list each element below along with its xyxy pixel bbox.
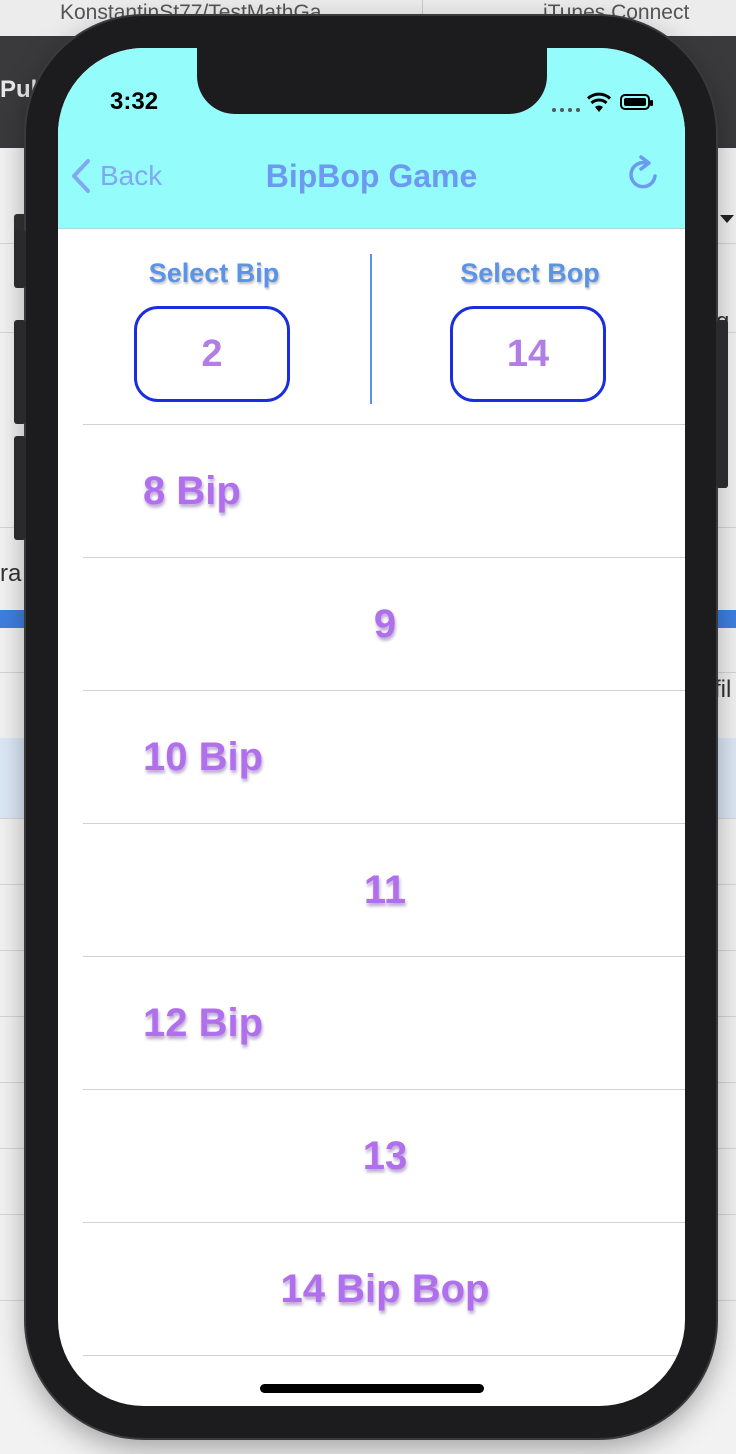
list-divider (83, 1355, 685, 1356)
desktop-text-fragment: ra (0, 560, 22, 587)
desktop-text-fragment: fil (714, 676, 732, 703)
list-item[interactable]: 11 (83, 823, 685, 956)
list-item[interactable]: 13 (83, 1089, 685, 1222)
wifi-icon (586, 92, 612, 112)
cellular-signal-icon (552, 108, 580, 112)
refresh-icon[interactable] (624, 154, 664, 194)
page-title: BipBop Game (265, 158, 478, 194)
chevron-down-icon[interactable] (714, 205, 736, 243)
selector-divider (370, 254, 372, 404)
navigation-bar: Back BipBop Game (58, 144, 685, 229)
list-item[interactable]: 8 Bip (83, 424, 685, 557)
list-item[interactable]: 9 (83, 557, 685, 690)
status-time: 3:32 (110, 88, 159, 115)
result-list: 8 Bip 9 10 Bip 11 12 Bip 13 14 Bip Bop (83, 424, 685, 1356)
mute-switch (14, 230, 26, 288)
iphone-simulator-frame: 3:32 Back BipBop Game Select Bip 2 Selec… (14, 16, 728, 1438)
battery-icon (620, 94, 653, 110)
power-button (716, 320, 728, 488)
bip-value-box[interactable]: 2 (134, 306, 290, 402)
select-bip-label: Select Bip (148, 258, 280, 288)
selector-panel: Select Bip 2 Select Bop 14 (58, 228, 685, 424)
list-item[interactable]: 10 Bip (83, 690, 685, 823)
list-item[interactable]: 14 Bip Bop (83, 1222, 685, 1355)
notch (197, 48, 547, 114)
list-item[interactable]: 12 Bip (83, 956, 685, 1089)
device-screen: 3:32 Back BipBop Game Select Bip 2 Selec… (58, 48, 685, 1406)
home-indicator[interactable] (260, 1384, 484, 1393)
select-bop-label: Select Bop (460, 258, 600, 288)
bop-value-box[interactable]: 14 (450, 306, 606, 402)
volume-down-button (14, 436, 26, 540)
volume-up-button (14, 320, 26, 424)
